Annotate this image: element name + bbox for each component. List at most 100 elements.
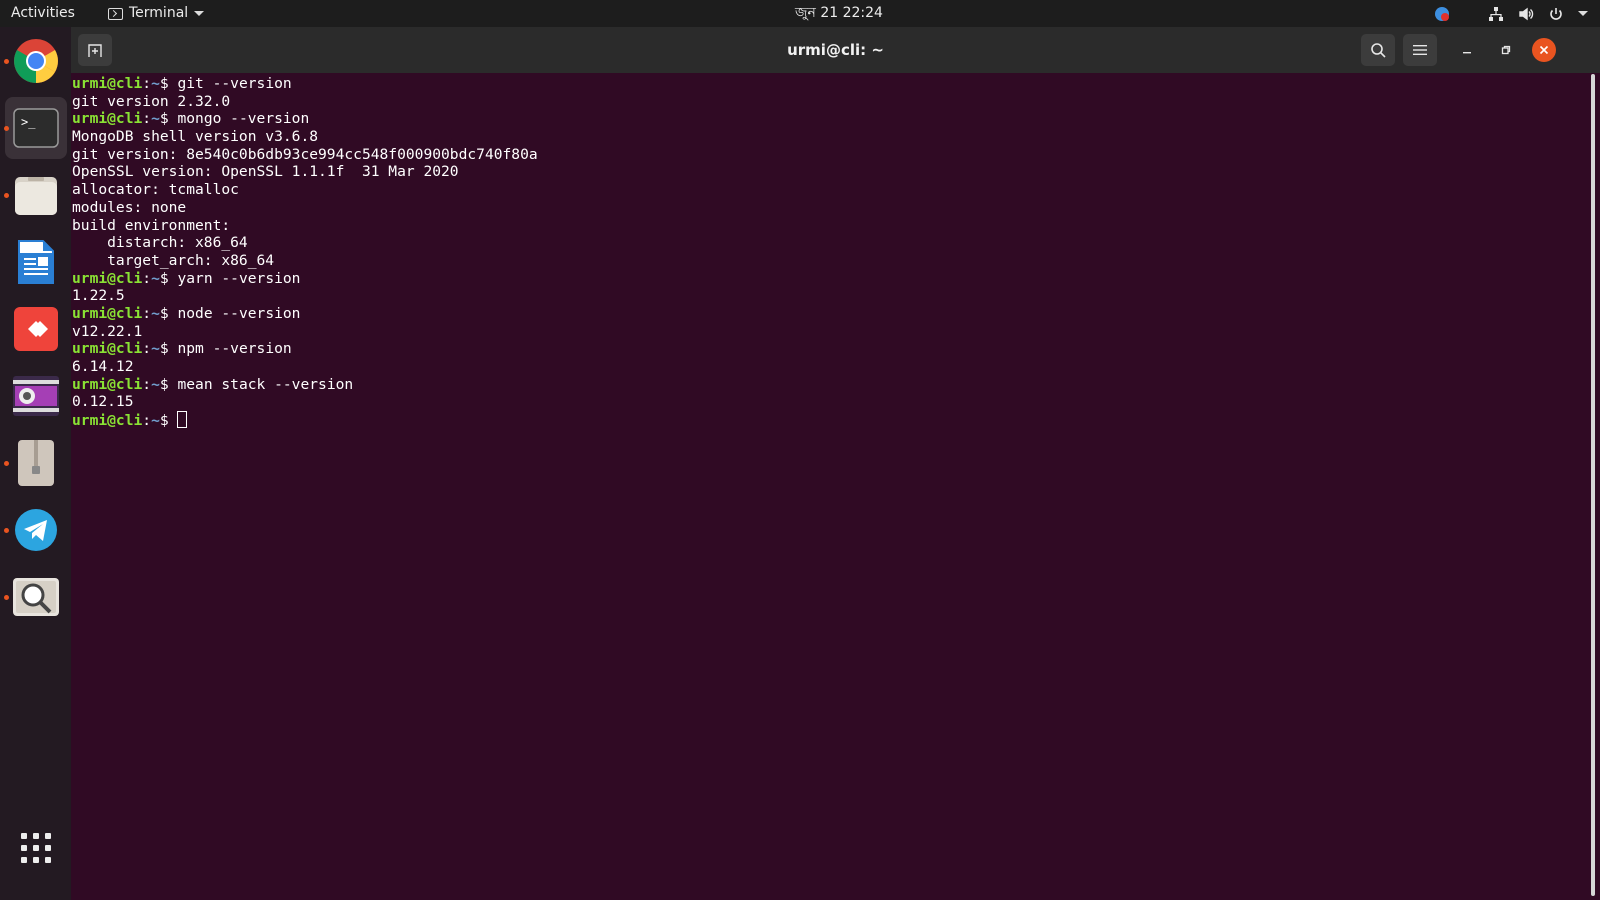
volume-icon[interactable] <box>1518 6 1534 22</box>
output-line: OpenSSL version: OpenSSL 1.1.1f 31 Mar 2… <box>72 163 459 181</box>
running-indicator <box>4 59 9 64</box>
output-line: git version: 8e540c0b6db93ce994cc548f000… <box>72 145 538 163</box>
output-line: 1.22.5 <box>72 287 125 305</box>
archive-icon <box>18 440 54 486</box>
activities-button[interactable]: Activities <box>11 0 75 27</box>
close-button[interactable] <box>1532 38 1556 62</box>
prompt-path: ~ <box>151 304 160 322</box>
terminal-window: urmi@cli: ~ urmi@cli:~$ git --version git… <box>71 27 1600 900</box>
clock[interactable]: জুন 21 22:24 <box>795 0 883 27</box>
chrome-icon <box>14 39 58 83</box>
output-line: allocator: tcmalloc <box>72 181 239 199</box>
command-text: $ mean stack --version <box>159 375 354 393</box>
output-line: git version 2.32.0 <box>72 92 231 110</box>
dock-item-files[interactable] <box>4 164 67 226</box>
viewer-icon <box>13 578 59 616</box>
dock-item-telegram[interactable] <box>4 499 67 561</box>
prompt-separator: : <box>142 304 152 322</box>
output-line: 6.14.12 <box>72 358 134 375</box>
output-line: modules: none <box>72 198 187 216</box>
output-line: distarch: x86_64 <box>72 234 248 252</box>
terminal-small-icon <box>108 7 123 20</box>
command-text: $ npm --version <box>159 340 292 358</box>
prompt-path: ~ <box>151 340 160 358</box>
command-text: $ mongo --version <box>159 110 310 128</box>
restore-button[interactable] <box>1494 38 1518 62</box>
output-line: target_arch: x86_64 <box>72 251 275 269</box>
text-cursor[interactable] <box>177 411 188 429</box>
network-icon[interactable] <box>1488 6 1504 22</box>
prompt-user: urmi@cli <box>72 340 143 358</box>
prompt-line: urmi@cli:~$ yarn --version <box>72 270 1557 288</box>
terminal-output[interactable]: urmi@cli:~$ git --version git version 2.3… <box>72 73 1557 900</box>
prompt-user: urmi@cli <box>72 110 143 128</box>
prompt-separator: : <box>142 110 152 128</box>
restore-icon <box>1501 45 1511 55</box>
hamburger-menu-icon <box>1413 45 1427 55</box>
search-icon <box>1371 43 1386 58</box>
output-line: v12.22.1 <box>72 322 143 340</box>
svg-text:>_: >_ <box>21 115 36 129</box>
terminal-icon: >_ <box>13 108 59 148</box>
new-tab-icon <box>88 44 102 57</box>
prompt-line: urmi@cli:~$ mongo --version <box>72 110 1557 128</box>
prompt-user: urmi@cli <box>72 75 143 92</box>
prompt-path: ~ <box>151 110 160 128</box>
chevron-down-icon <box>194 11 205 16</box>
prompt-user: urmi@cli <box>72 269 143 287</box>
files-icon <box>15 177 57 215</box>
command-text: $ node --version <box>159 304 301 322</box>
output-line: 0.12.15 <box>72 393 134 411</box>
prompt-separator: : <box>142 340 152 358</box>
dock-item-image-viewer[interactable] <box>4 566 67 628</box>
app-menu[interactable]: Terminal <box>108 0 205 27</box>
running-indicator <box>4 126 9 131</box>
command-text: $ <box>159 412 178 430</box>
command-text: $ git --version <box>159 75 292 92</box>
anydesk-icon <box>14 307 58 351</box>
close-icon <box>1539 45 1549 55</box>
telegram-icon <box>15 509 57 551</box>
app-grid-icon <box>21 833 51 863</box>
prompt-separator: : <box>142 75 152 92</box>
search-button[interactable] <box>1361 34 1395 66</box>
prompt-line: urmi@cli:~$ mean stack --version <box>72 376 1557 394</box>
system-tray[interactable] <box>1434 0 1588 27</box>
dock-item-terminal[interactable]: >_ <box>4 97 67 159</box>
header-bar[interactable]: urmi@cli: ~ <box>71 27 1600 73</box>
prompt-separator: : <box>142 269 152 287</box>
output-line: MongoDB shell version v3.6.8 <box>72 128 319 146</box>
prompt-separator: : <box>142 412 152 430</box>
prompt-path: ~ <box>151 412 160 430</box>
system-menu-chevron-icon[interactable] <box>1578 11 1588 16</box>
minimize-button[interactable] <box>1455 38 1479 62</box>
prompt-user: urmi@cli <box>72 304 143 322</box>
running-indicator <box>4 595 9 600</box>
output-line: build environment: <box>72 216 231 234</box>
running-indicator <box>4 528 9 533</box>
hamburger-menu-button[interactable] <box>1403 34 1437 66</box>
prompt-path: ~ <box>151 75 160 92</box>
dock-item-chrome[interactable] <box>4 30 67 92</box>
power-icon[interactable] <box>1548 6 1564 22</box>
top-bar: Activities Terminal জুন 21 22:24 <box>0 0 1600 27</box>
prompt-path: ~ <box>151 375 160 393</box>
prompt-user: urmi@cli <box>72 412 143 430</box>
show-applications-button[interactable] <box>5 817 67 879</box>
running-indicator <box>4 193 9 198</box>
video-icon <box>13 376 59 416</box>
scrollbar[interactable] <box>1591 74 1595 896</box>
dock: >_ <box>0 27 71 900</box>
minimize-icon <box>1463 52 1471 54</box>
dock-item-video[interactable] <box>5 365 67 427</box>
app-indicator-icon[interactable] <box>1434 6 1450 22</box>
prompt-line: urmi@cli:~$ node --version <box>72 305 1557 323</box>
prompt-line: urmi@cli:~$ <box>72 411 1557 429</box>
prompt-separator: : <box>142 375 152 393</box>
dock-item-writer[interactable] <box>5 231 67 293</box>
dock-item-archive-manager[interactable] <box>4 432 67 494</box>
dock-item-anydesk[interactable] <box>5 298 67 360</box>
new-tab-button[interactable] <box>78 34 112 66</box>
prompt-user: urmi@cli <box>72 375 143 393</box>
prompt-line: urmi@cli:~$ npm --version <box>72 340 1557 358</box>
